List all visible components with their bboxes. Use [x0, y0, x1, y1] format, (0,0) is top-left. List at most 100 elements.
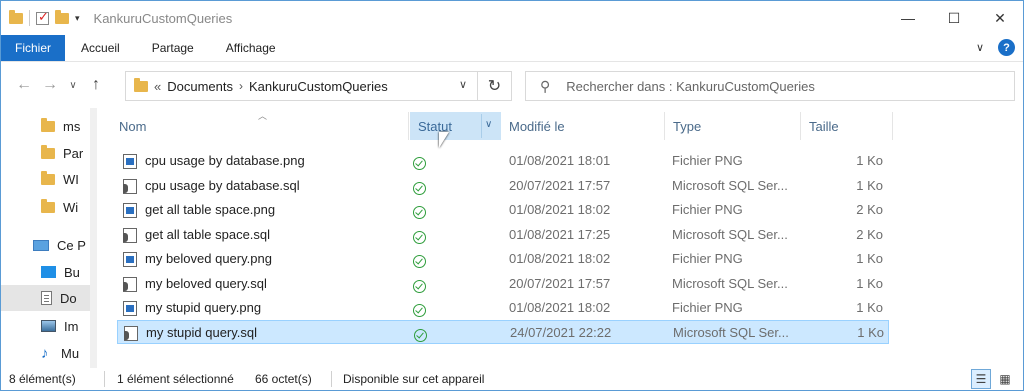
- sidebar-item-label: WI: [63, 171, 79, 187]
- details-view-icon[interactable]: ☰: [971, 369, 991, 389]
- documents-icon: [41, 291, 52, 305]
- sidebar-item-documents[interactable]: Do: [1, 285, 96, 311]
- sidebar-item-label: ms: [63, 118, 81, 134]
- folder-icon: [9, 9, 23, 24]
- divider: [331, 371, 332, 387]
- file-name-cell[interactable]: cpu usage by database.sql: [123, 174, 403, 198]
- close-button[interactable]: ✕: [977, 1, 1023, 35]
- file-name: get all table space.sql: [145, 227, 271, 242]
- modified-date: 01/08/2021 18:01: [509, 153, 611, 168]
- sidebar-item-folder-1[interactable]: ms: [41, 113, 80, 139]
- folder-icon: [41, 117, 55, 132]
- quick-access-toolbar: ▾: [1, 9, 80, 26]
- folder-icon: [41, 170, 55, 185]
- breadcrumb-documents[interactable]: Documents: [167, 79, 233, 94]
- tab-accueil[interactable]: Accueil: [65, 35, 136, 61]
- table-row[interactable]: my beloved query.sql 20/07/2021 17:57 Micr…: [117, 272, 889, 296]
- modified-date: 01/08/2021 18:02: [509, 300, 611, 315]
- file-name-cell[interactable]: my stupid query.sql: [124, 321, 404, 345]
- table-row[interactable]: cpu usage by database.sql 20/07/2021 17:5…: [117, 174, 889, 198]
- title-bar: ▾ KankuruCustomQueries — ☐ ✕: [1, 1, 1023, 35]
- modified-date: 24/07/2021 22:22: [510, 325, 612, 340]
- file-name: cpu usage by database.sql: [145, 178, 300, 193]
- customize-toolbar-dropdown[interactable]: ▾: [75, 13, 80, 24]
- synced-check-icon: [413, 206, 426, 219]
- file-name-cell[interactable]: get all table space.sql: [123, 223, 403, 247]
- address-overflow[interactable]: «: [154, 79, 161, 94]
- expand-ribbon-chevron-icon[interactable]: ∨: [976, 41, 984, 54]
- sidebar-item-this-pc[interactable]: Ce P: [33, 232, 86, 258]
- tab-fichier[interactable]: Fichier: [1, 35, 66, 61]
- sync-status-cell: [414, 321, 434, 345]
- table-row[interactable]: cpu usage by database.png 01/08/2021 18:0…: [117, 149, 889, 173]
- forward-button[interactable]: →: [37, 76, 63, 94]
- table-row[interactable]: get all table space.png 01/08/2021 18:02 F…: [117, 198, 889, 222]
- table-row[interactable]: my stupid query.png 01/08/2021 18:02 Fichi…: [117, 296, 889, 320]
- minimize-button[interactable]: —: [885, 1, 931, 35]
- sidebar-item-pictures[interactable]: Im: [41, 313, 78, 339]
- modified-date: 01/08/2021 18:02: [509, 251, 611, 266]
- file-type: Microsoft SQL Ser...: [673, 325, 789, 340]
- up-button[interactable]: ↑: [83, 76, 109, 94]
- address-dropdown-icon[interactable]: ∨: [459, 78, 467, 91]
- sync-status-cell: [413, 247, 433, 271]
- file-name: my beloved query.png: [145, 251, 272, 266]
- breadcrumb-current-folder[interactable]: KankuruCustomQueries: [249, 79, 388, 94]
- file-type: Fichier PNG: [672, 202, 743, 217]
- png-file-icon: [123, 300, 137, 316]
- sql-file-icon: [123, 178, 137, 194]
- sidebar-item-folder-2[interactable]: Par: [41, 140, 83, 166]
- file-size: 1 Ko: [856, 251, 883, 266]
- file-name-cell[interactable]: my stupid query.png: [123, 296, 403, 320]
- back-button[interactable]: ←: [11, 76, 37, 94]
- file-type: Microsoft SQL Ser...: [672, 227, 788, 242]
- large-icons-view-icon[interactable]: ▦: [995, 369, 1015, 389]
- column-header-name[interactable]: Nom: [111, 112, 409, 140]
- address-bar[interactable]: « Documents › KankuruCustomQueries ∨: [125, 71, 478, 101]
- sidebar-item-desktop[interactable]: Bu: [41, 259, 80, 285]
- tab-affichage[interactable]: Affichage: [210, 35, 292, 61]
- file-size: 1 Ko: [857, 325, 884, 340]
- file-name-cell[interactable]: my beloved query.png: [123, 247, 403, 271]
- sync-status-cell: [413, 272, 433, 296]
- synced-check-icon: [413, 280, 426, 293]
- sidebar-item-label: Im: [64, 318, 79, 334]
- column-header-modified[interactable]: Modifié le: [501, 112, 665, 140]
- window-title: KankuruCustomQueries: [93, 10, 233, 26]
- modified-date: 20/07/2021 17:57: [509, 178, 611, 193]
- sidebar-item-folder-4[interactable]: Wi: [41, 194, 78, 220]
- search-input[interactable]: ⚲ Rechercher dans : KankuruCustomQueries: [525, 71, 1015, 101]
- column-header-size[interactable]: Taille: [801, 112, 893, 140]
- tab-partage[interactable]: Partage: [136, 35, 210, 61]
- sidebar-item-music[interactable]: ♪ Mu: [41, 340, 79, 366]
- sidebar-item-label: Ce P: [57, 237, 86, 253]
- file-name: get all table space.png: [145, 202, 276, 217]
- column-header-type[interactable]: Type: [665, 112, 801, 140]
- table-row[interactable]: get all table space.sql 01/08/2021 17:25 M…: [117, 223, 889, 247]
- refresh-button[interactable]: ↻: [478, 71, 512, 101]
- file-name: cpu usage by database.png: [145, 153, 305, 168]
- navigation-pane: ms Par WI Wi Ce P Bu Do Im ♪ Mu: [1, 108, 97, 368]
- table-row[interactable]: my beloved query.png 01/08/2021 18:02 Fich…: [117, 247, 889, 271]
- sidebar-item-folder-3[interactable]: WI: [41, 166, 79, 192]
- table-row[interactable]: my stupid query.sql 24/07/2021 22:22 Micro…: [117, 320, 889, 344]
- help-icon[interactable]: ?: [998, 39, 1015, 56]
- file-name-cell[interactable]: get all table space.png: [123, 198, 403, 222]
- file-name-cell[interactable]: my beloved query.sql: [123, 272, 403, 296]
- file-size: 2 Ko: [856, 227, 883, 242]
- maximize-button[interactable]: ☐: [931, 1, 977, 35]
- music-icon: ♪: [41, 344, 49, 362]
- sidebar-item-label: Par: [63, 145, 84, 161]
- sidebar-scrollbar[interactable]: [90, 108, 96, 368]
- navigation-bar: ← → ∨ ↑ « Documents › KankuruCustomQueri…: [1, 62, 1023, 108]
- file-name-cell[interactable]: cpu usage by database.png: [123, 149, 403, 173]
- recent-locations-button[interactable]: ∨: [63, 80, 83, 91]
- folder-icon: [41, 144, 55, 159]
- synced-check-icon: [414, 329, 427, 342]
- breadcrumb-separator[interactable]: ›: [239, 79, 243, 93]
- file-name: my beloved query.sql: [145, 276, 267, 291]
- column-filter-chevron-icon[interactable]: ∨: [485, 119, 492, 130]
- new-folder-icon[interactable]: [55, 9, 69, 24]
- desktop-icon: [41, 266, 56, 278]
- properties-icon[interactable]: [36, 9, 49, 25]
